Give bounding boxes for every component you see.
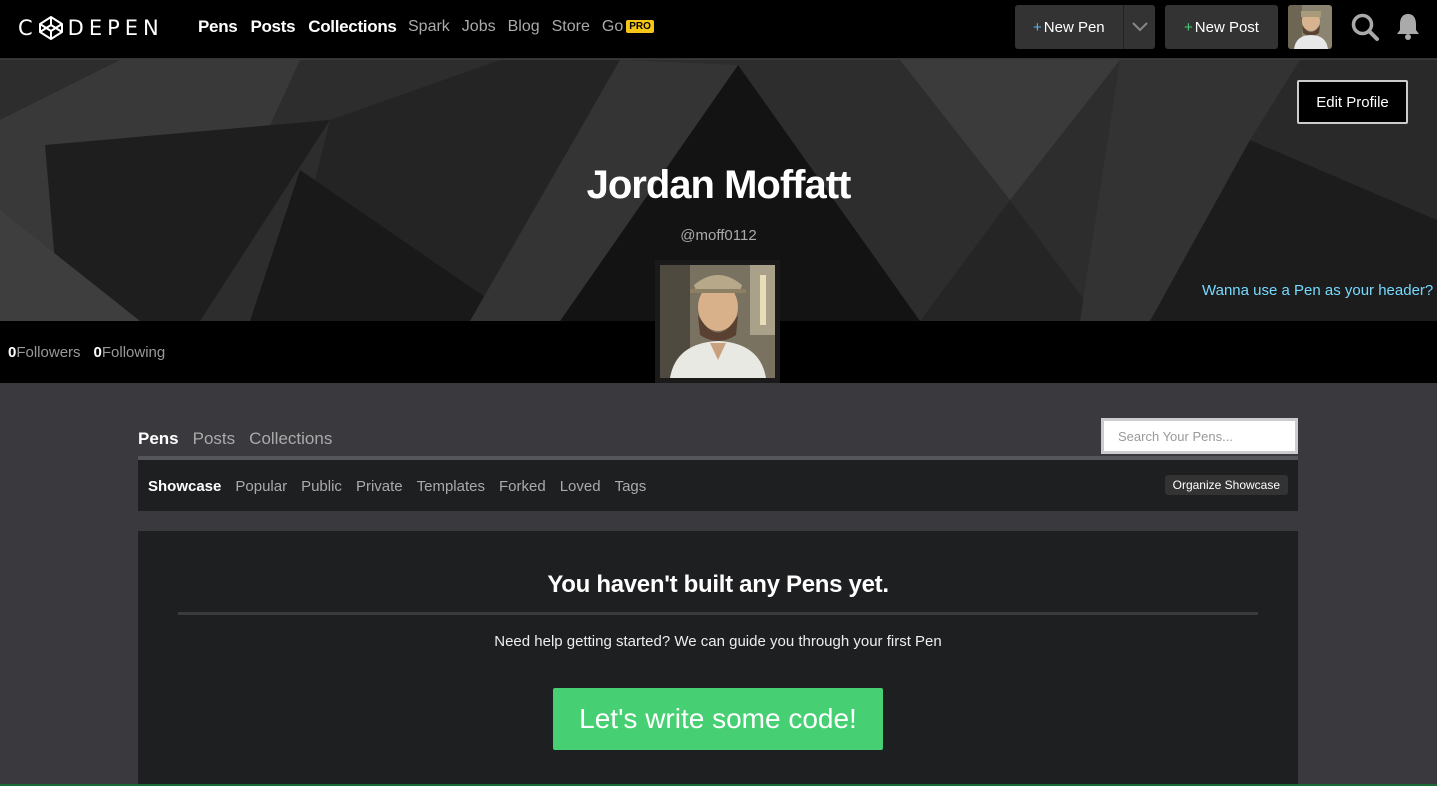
pens-filter-bar: Showcase Popular Public Private Template… bbox=[138, 456, 1298, 511]
filter-popular[interactable]: Popular bbox=[235, 478, 287, 495]
logo-wordmark: DEPEN bbox=[67, 16, 164, 40]
search-icon bbox=[1351, 13, 1379, 41]
user-avatar-menu[interactable] bbox=[1288, 5, 1332, 49]
filter-public[interactable]: Public bbox=[301, 478, 342, 495]
tab-pens[interactable]: Pens bbox=[138, 429, 179, 449]
profile-photo bbox=[660, 265, 775, 378]
tab-collections[interactable]: Collections bbox=[249, 429, 332, 449]
empty-state-card: You haven't built any Pens yet. Need hel… bbox=[138, 531, 1298, 786]
logo-letter-c: C bbox=[18, 16, 38, 40]
codepen-logo[interactable]: C DEPEN bbox=[18, 15, 164, 41]
profile-avatar bbox=[655, 260, 780, 383]
tab-posts[interactable]: Posts bbox=[193, 429, 236, 449]
profile-handle: @moff0112 bbox=[680, 227, 757, 244]
filter-showcase[interactable]: Showcase bbox=[148, 478, 221, 495]
pen-header-link[interactable]: Wanna use a Pen as your header? bbox=[1202, 282, 1433, 299]
profile-tabs: Pens Posts Collections bbox=[138, 429, 332, 449]
empty-state-subtitle: Need help getting started? We can guide … bbox=[494, 633, 942, 650]
divider bbox=[178, 612, 1258, 615]
new-pen-button[interactable]: + New Pen bbox=[1015, 19, 1123, 36]
plus-icon: + bbox=[1184, 18, 1193, 36]
empty-state-title: You haven't built any Pens yet. bbox=[547, 571, 889, 598]
search-pens-input[interactable] bbox=[1101, 418, 1298, 454]
follow-stats: 0Followers 0Following bbox=[8, 344, 165, 361]
new-pen-label: New Pen bbox=[1043, 18, 1105, 36]
new-pen-button-group: + New Pen bbox=[1015, 5, 1155, 49]
new-pen-dropdown-toggle[interactable] bbox=[1123, 5, 1155, 49]
filter-forked[interactable]: Forked bbox=[499, 478, 546, 495]
codepen-cube-icon bbox=[38, 16, 63, 40]
nav-go-label: Go bbox=[601, 18, 624, 35]
avatar-image bbox=[1288, 5, 1332, 49]
top-navigation: C DEPEN Pens Posts Collections Spark Job… bbox=[0, 0, 1437, 59]
nav-jobs[interactable]: Jobs bbox=[462, 18, 496, 36]
nav-collections[interactable]: Collections bbox=[308, 17, 397, 37]
edit-profile-button[interactable]: Edit Profile bbox=[1297, 80, 1408, 124]
filter-tags[interactable]: Tags bbox=[615, 478, 647, 495]
nav-go-pro[interactable]: Go PRO bbox=[602, 18, 654, 36]
nav-posts[interactable]: Posts bbox=[250, 17, 295, 37]
nav-spark[interactable]: Spark bbox=[408, 18, 450, 36]
bell-icon bbox=[1397, 14, 1419, 40]
filter-templates[interactable]: Templates bbox=[417, 478, 485, 495]
primary-nav: Pens Posts Collections bbox=[198, 17, 397, 37]
nav-store[interactable]: Store bbox=[552, 18, 590, 36]
plus-icon: + bbox=[1033, 18, 1042, 36]
following-link[interactable]: 0Following bbox=[94, 344, 166, 361]
write-code-button[interactable]: Let's write some code! bbox=[553, 688, 883, 750]
followers-label: Followers bbox=[16, 344, 81, 361]
chevron-down-icon bbox=[1131, 22, 1148, 32]
profile-name: Jordan Moffatt bbox=[586, 163, 852, 207]
organize-showcase-button[interactable]: Organize Showcase bbox=[1164, 475, 1288, 495]
filter-loved[interactable]: Loved bbox=[560, 478, 601, 495]
nav-pens[interactable]: Pens bbox=[198, 17, 238, 37]
secondary-nav: Spark Jobs Blog Store Go PRO bbox=[408, 18, 654, 36]
nav-blog[interactable]: Blog bbox=[508, 18, 540, 36]
pro-badge: PRO bbox=[626, 20, 654, 33]
following-label: Following bbox=[101, 344, 166, 361]
pen-filters: Showcase Popular Public Private Template… bbox=[148, 478, 646, 495]
followers-link[interactable]: 0Followers bbox=[8, 344, 81, 361]
new-post-label: New Post bbox=[1194, 18, 1259, 36]
filter-private[interactable]: Private bbox=[356, 478, 403, 495]
following-count: 0 bbox=[93, 344, 102, 361]
new-post-button[interactable]: + New Post bbox=[1165, 5, 1278, 49]
